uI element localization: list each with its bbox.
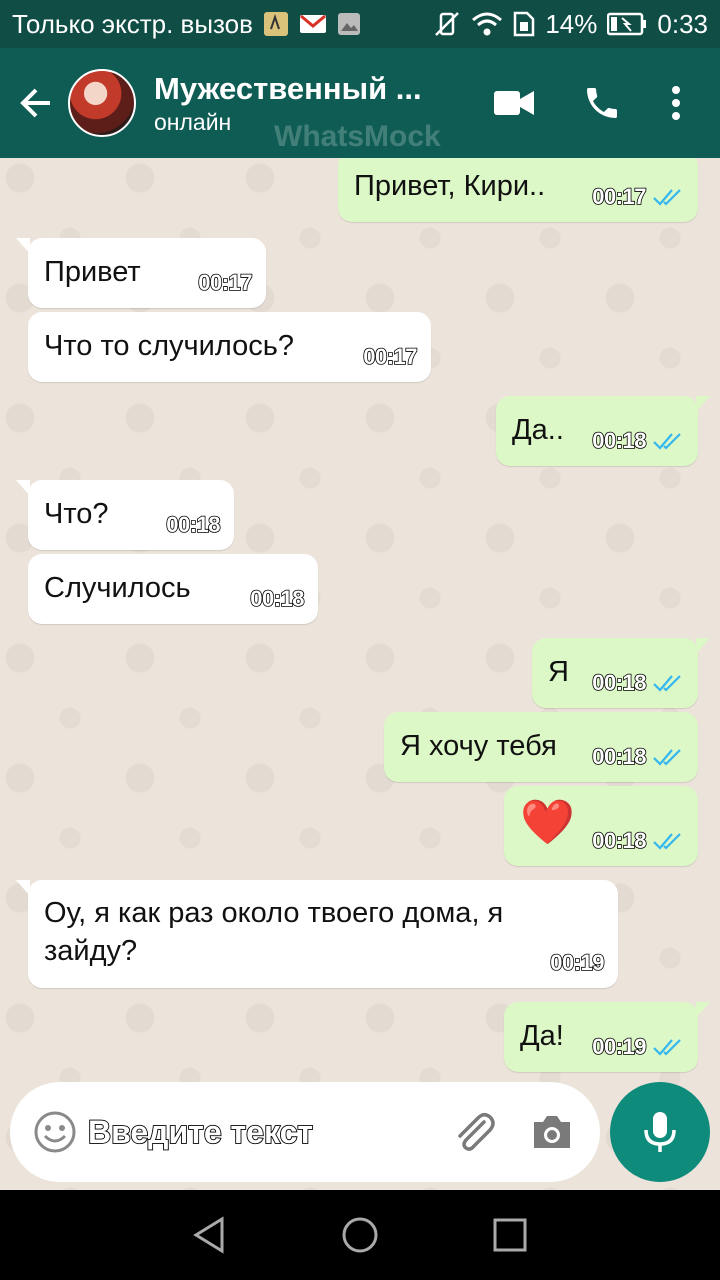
message-time: 00:17 — [591, 183, 647, 210]
app-notification-icon — [263, 11, 289, 37]
phone-icon — [587, 88, 617, 118]
message-time: 00:18 — [591, 743, 647, 770]
message-text: Я — [548, 656, 569, 688]
watermark: WhatsMock — [274, 120, 441, 153]
menu-button[interactable] — [646, 72, 706, 134]
double-check-icon — [653, 433, 681, 450]
message-time: 00:19 — [591, 1033, 647, 1060]
message-bubble[interactable]: Я 00:18 — [532, 638, 710, 708]
message-time: 00:18 — [165, 511, 221, 538]
sim-icon — [513, 11, 535, 37]
back-arrow-icon — [20, 88, 50, 118]
battery-icon — [607, 12, 647, 36]
message-bubble[interactable]: Привет 00:17 — [16, 238, 266, 308]
nav-recents-icon[interactable] — [490, 1215, 530, 1255]
message-text: Что? — [44, 498, 109, 530]
message-bubble[interactable]: Да! 00:19 — [504, 1002, 710, 1072]
video-call-button[interactable] — [470, 72, 558, 134]
more-vert-icon — [672, 86, 680, 120]
carrier-text: Только экстр. вызов — [12, 8, 253, 39]
gallery-icon — [337, 12, 361, 36]
voice-call-button[interactable] — [558, 72, 646, 134]
back-button[interactable] — [6, 73, 66, 133]
double-check-icon — [653, 189, 681, 206]
message-time: 00:19 — [549, 949, 605, 976]
message-time: 00:18 — [591, 827, 647, 854]
double-check-icon — [653, 833, 681, 850]
clock: 0:33 — [657, 8, 708, 39]
message-bubble[interactable]: Привет, Кири.. 00:17 — [338, 158, 698, 222]
message-time: 00:18 — [591, 427, 647, 454]
mic-icon — [644, 1112, 676, 1152]
message-text: Что то случилось? — [44, 330, 294, 362]
message-bubble[interactable]: Что? 00:18 — [16, 480, 234, 550]
video-call-icon — [494, 91, 534, 115]
nav-back-icon[interactable] — [190, 1215, 230, 1255]
message-text: Я хочу тебя — [400, 730, 557, 762]
message-time: 00:18 — [249, 585, 305, 612]
mic-button[interactable] — [610, 1082, 710, 1182]
contact-avatar[interactable] — [68, 69, 136, 137]
message-text: Да! — [520, 1020, 564, 1052]
system-nav-bar — [0, 1190, 720, 1280]
chat-area[interactable]: Привет, Кири.. 00:17 Привет 00:17 Что то… — [0, 158, 720, 1190]
vibrate-off-icon — [433, 10, 461, 38]
double-check-icon — [653, 675, 681, 692]
status-bar: Только экстр. вызов 14% 0:33 — [0, 0, 720, 48]
double-check-icon — [653, 749, 681, 766]
chat-header: Мужественный ... онлайн WhatsMock — [0, 48, 720, 158]
gmail-icon — [299, 13, 327, 35]
camera-icon[interactable] — [528, 1108, 576, 1156]
message-time: 00:17 — [197, 269, 253, 296]
message-text: Привет — [44, 256, 141, 288]
message-text: Оу, я как раз около твоего дома, я зайду… — [44, 897, 504, 967]
heart-emoji: ❤️ — [520, 798, 575, 847]
nav-home-icon[interactable] — [340, 1215, 380, 1255]
attach-icon[interactable] — [450, 1108, 498, 1156]
emoji-icon[interactable] — [32, 1109, 78, 1155]
battery-percent: 14% — [545, 8, 598, 39]
message-bubble[interactable]: Я хочу тебя 00:18 — [384, 712, 698, 782]
message-bubble[interactable]: Оу, я как раз около твоего дома, я зайду… — [16, 880, 618, 988]
message-bubble[interactable]: Случилось 00:18 — [28, 554, 318, 624]
message-text: Привет, Кири.. — [354, 170, 546, 202]
message-time: 00:18 — [591, 669, 647, 696]
message-input[interactable]: Введите текст — [87, 1113, 450, 1151]
message-text: Случилось — [44, 572, 191, 604]
message-bubble[interactable]: Что то случилось? 00:17 — [28, 312, 431, 382]
double-check-icon — [653, 1039, 681, 1056]
wifi-icon — [471, 11, 503, 37]
message-bubble[interactable]: Да.. 00:18 — [496, 396, 710, 466]
message-text: Да.. — [512, 414, 564, 446]
contact-name: Мужественный ... — [154, 70, 422, 106]
message-composer[interactable]: Введите текст — [10, 1082, 600, 1182]
message-bubble[interactable]: ❤️ 00:18 — [504, 786, 698, 866]
message-time: 00:17 — [362, 343, 418, 370]
